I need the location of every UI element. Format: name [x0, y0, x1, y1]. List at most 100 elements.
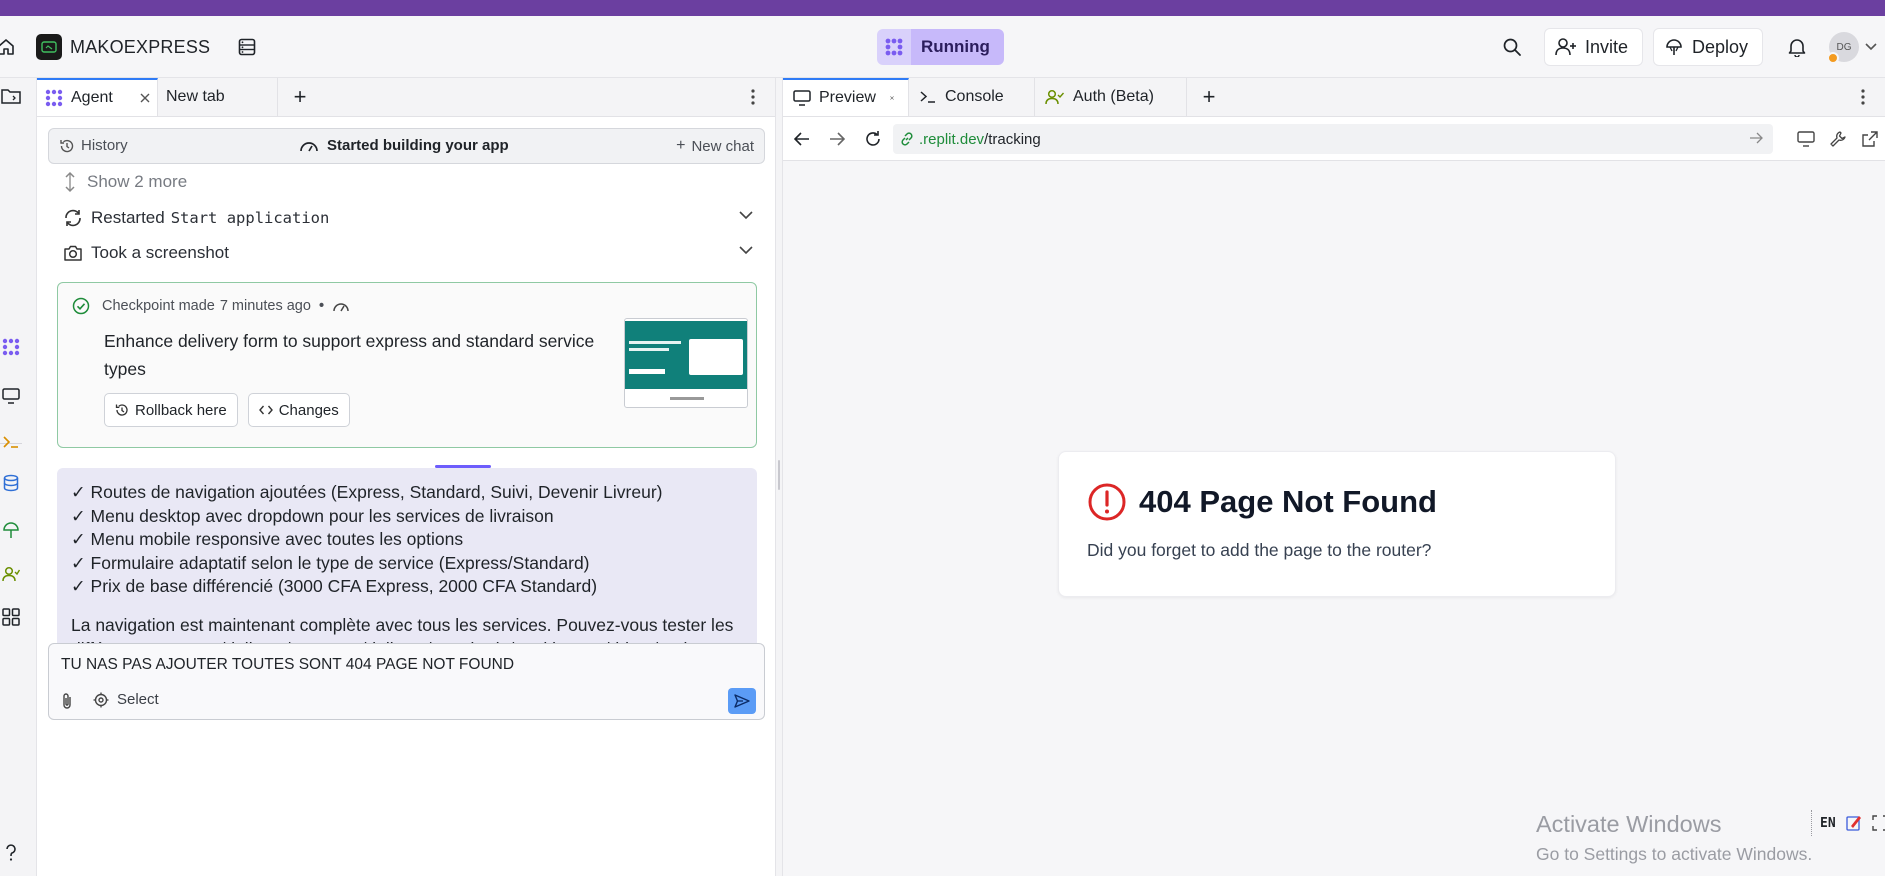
message-line: ✓ Formulaire adaptatif selon le type de …	[71, 552, 590, 573]
input-method-toolbar: EN	[1811, 810, 1885, 836]
camera-icon	[64, 245, 82, 261]
restarted-prefix: Restarted	[91, 208, 165, 227]
alert-circle-icon	[1088, 483, 1126, 521]
bell-icon[interactable]	[1779, 29, 1815, 65]
plus-icon: +	[1202, 84, 1216, 109]
plus-icon: +	[676, 137, 686, 154]
deploy-button[interactable]: Deploy	[1652, 28, 1763, 66]
tab-auth-label: Auth (Beta)	[1073, 88, 1154, 105]
checkpoint-card: Checkpoint made 7 minutes ago • Enhance …	[57, 282, 757, 448]
checkpoint-prefix: Checkpoint made	[102, 298, 215, 314]
tab-agent-label: Agent	[71, 89, 113, 106]
tab-auth[interactable]: Auth (Beta)	[1035, 78, 1187, 116]
gauge-icon	[300, 141, 318, 151]
message-line: ✓ Prix de base différencié (3000 CFA Exp…	[71, 576, 598, 596]
checkpoint-separator: •	[318, 298, 325, 314]
forward-arrow-icon[interactable]	[826, 128, 848, 150]
side-rail	[0, 78, 30, 876]
invite-button[interactable]: Invite	[1543, 28, 1643, 66]
composer-input[interactable]: TU NAS PAS AJOUTER TOUTES SONT 404 PAGE …	[61, 656, 514, 674]
deploy-label: Deploy	[1691, 36, 1748, 57]
rollback-button[interactable]: Rollback here	[104, 393, 238, 427]
fullscreen-icon[interactable]	[1870, 813, 1885, 833]
not-found-subtitle: Did you forget to add the page to the ro…	[1087, 540, 1432, 560]
wrench-icon[interactable]	[1826, 127, 1850, 151]
expand-vertical-icon	[65, 171, 75, 193]
tab-preview-label: Preview	[819, 89, 876, 106]
run-status-button[interactable]: Running	[877, 29, 1004, 65]
send-icon	[734, 694, 750, 708]
agent-pane: Agent New tab + History Started building…	[36, 78, 776, 876]
avatar[interactable]: DG	[1827, 32, 1859, 64]
chevron-down-icon[interactable]	[739, 245, 753, 255]
app-name[interactable]: MAKOEXPRESS	[70, 37, 210, 58]
home-icon[interactable]	[0, 16, 16, 78]
more-options-icon[interactable]	[745, 87, 761, 107]
reload-icon[interactable]	[862, 128, 884, 150]
monitor-icon[interactable]	[0, 384, 22, 408]
grid-icon[interactable]	[0, 605, 22, 629]
tab-agent[interactable]: Agent	[37, 78, 158, 116]
deployments-icon[interactable]	[0, 518, 22, 542]
progress-status-label: Started building your app	[327, 137, 509, 154]
agent-tabbar: Agent New tab +	[37, 78, 775, 117]
not-found-card: 404 Page Not Found Did you forget to add…	[1058, 451, 1616, 597]
run-status-label: Running	[911, 29, 1004, 65]
back-arrow-icon[interactable]	[791, 128, 813, 150]
watermark-subtitle: Go to Settings to activate Windows.	[1536, 844, 1813, 864]
thumbnail-footer	[670, 397, 704, 400]
external-link-icon[interactable]	[1858, 127, 1882, 151]
checkpoint-thumbnail[interactable]	[624, 318, 748, 408]
agent-icon[interactable]	[0, 335, 22, 359]
tab-console[interactable]: Console	[909, 78, 1035, 116]
select-element-button[interactable]: Select	[93, 691, 159, 708]
agent-tab-icon	[45, 89, 63, 107]
new-chat-label: New chat	[691, 137, 754, 155]
message-line: ✓ Menu desktop avec dropdown pour les se…	[71, 505, 554, 526]
url-domain: .replit.dev	[919, 130, 985, 148]
app-logo[interactable]	[36, 34, 62, 60]
tab-preview[interactable]: Preview	[783, 78, 909, 116]
paperclip-icon[interactable]	[61, 692, 73, 715]
user-check-icon	[1045, 89, 1065, 105]
not-found-title: 404 Page Not Found	[1087, 482, 1437, 522]
screenshot-row[interactable]: Took a screenshot	[63, 243, 753, 263]
users-icon[interactable]	[0, 562, 22, 586]
add-tab-button[interactable]: +	[278, 78, 322, 116]
add-user-icon	[1555, 38, 1576, 56]
resize-handle[interactable]	[778, 460, 780, 490]
send-button[interactable]	[728, 688, 756, 714]
close-icon[interactable]	[890, 92, 902, 104]
checkpoint-time: 7 minutes ago	[219, 298, 311, 314]
shell-icon[interactable]	[0, 430, 22, 454]
tab-console-label: Console	[945, 88, 1004, 105]
device-preview-icon[interactable]	[1794, 127, 1818, 151]
new-chat-button[interactable]: + New chat	[676, 137, 754, 155]
handwriting-icon[interactable]	[1844, 813, 1864, 833]
changes-button[interactable]: Changes	[247, 393, 350, 427]
folder-icon[interactable]	[0, 84, 22, 108]
screenshot-label: Took a screenshot	[91, 243, 229, 262]
help-icon[interactable]	[0, 841, 22, 865]
url-field[interactable]: .replit.dev /tracking	[893, 124, 1773, 154]
show-more-button[interactable]: Show 2 more	[63, 171, 187, 193]
agent-swirl-icon	[877, 29, 911, 65]
select-label: Select	[117, 691, 159, 708]
restarted-app-row[interactable]: Restarted Start application	[63, 208, 753, 228]
go-arrow-icon[interactable]	[1749, 132, 1763, 144]
add-tab-button[interactable]: +	[1187, 78, 1231, 116]
history-label: History	[81, 137, 128, 154]
chevron-down-icon[interactable]	[1859, 32, 1883, 62]
search-icon[interactable]	[1494, 29, 1530, 65]
plus-icon: +	[293, 84, 307, 109]
close-icon[interactable]	[139, 92, 151, 104]
chat-composer[interactable]: TU NAS PAS AJOUTER TOUTES SONT 404 PAGE …	[48, 643, 765, 720]
app-header: MAKOEXPRESS Running Invite Deploy DG	[0, 16, 1885, 78]
history-button[interactable]: History	[59, 137, 128, 154]
language-indicator[interactable]: EN	[1820, 816, 1836, 831]
database-rail-icon[interactable]	[0, 471, 22, 495]
database-icon[interactable]	[234, 34, 260, 60]
chevron-down-icon[interactable]	[739, 210, 753, 220]
more-options-icon[interactable]	[1855, 87, 1871, 107]
tab-new-tab[interactable]: New tab	[158, 78, 278, 116]
